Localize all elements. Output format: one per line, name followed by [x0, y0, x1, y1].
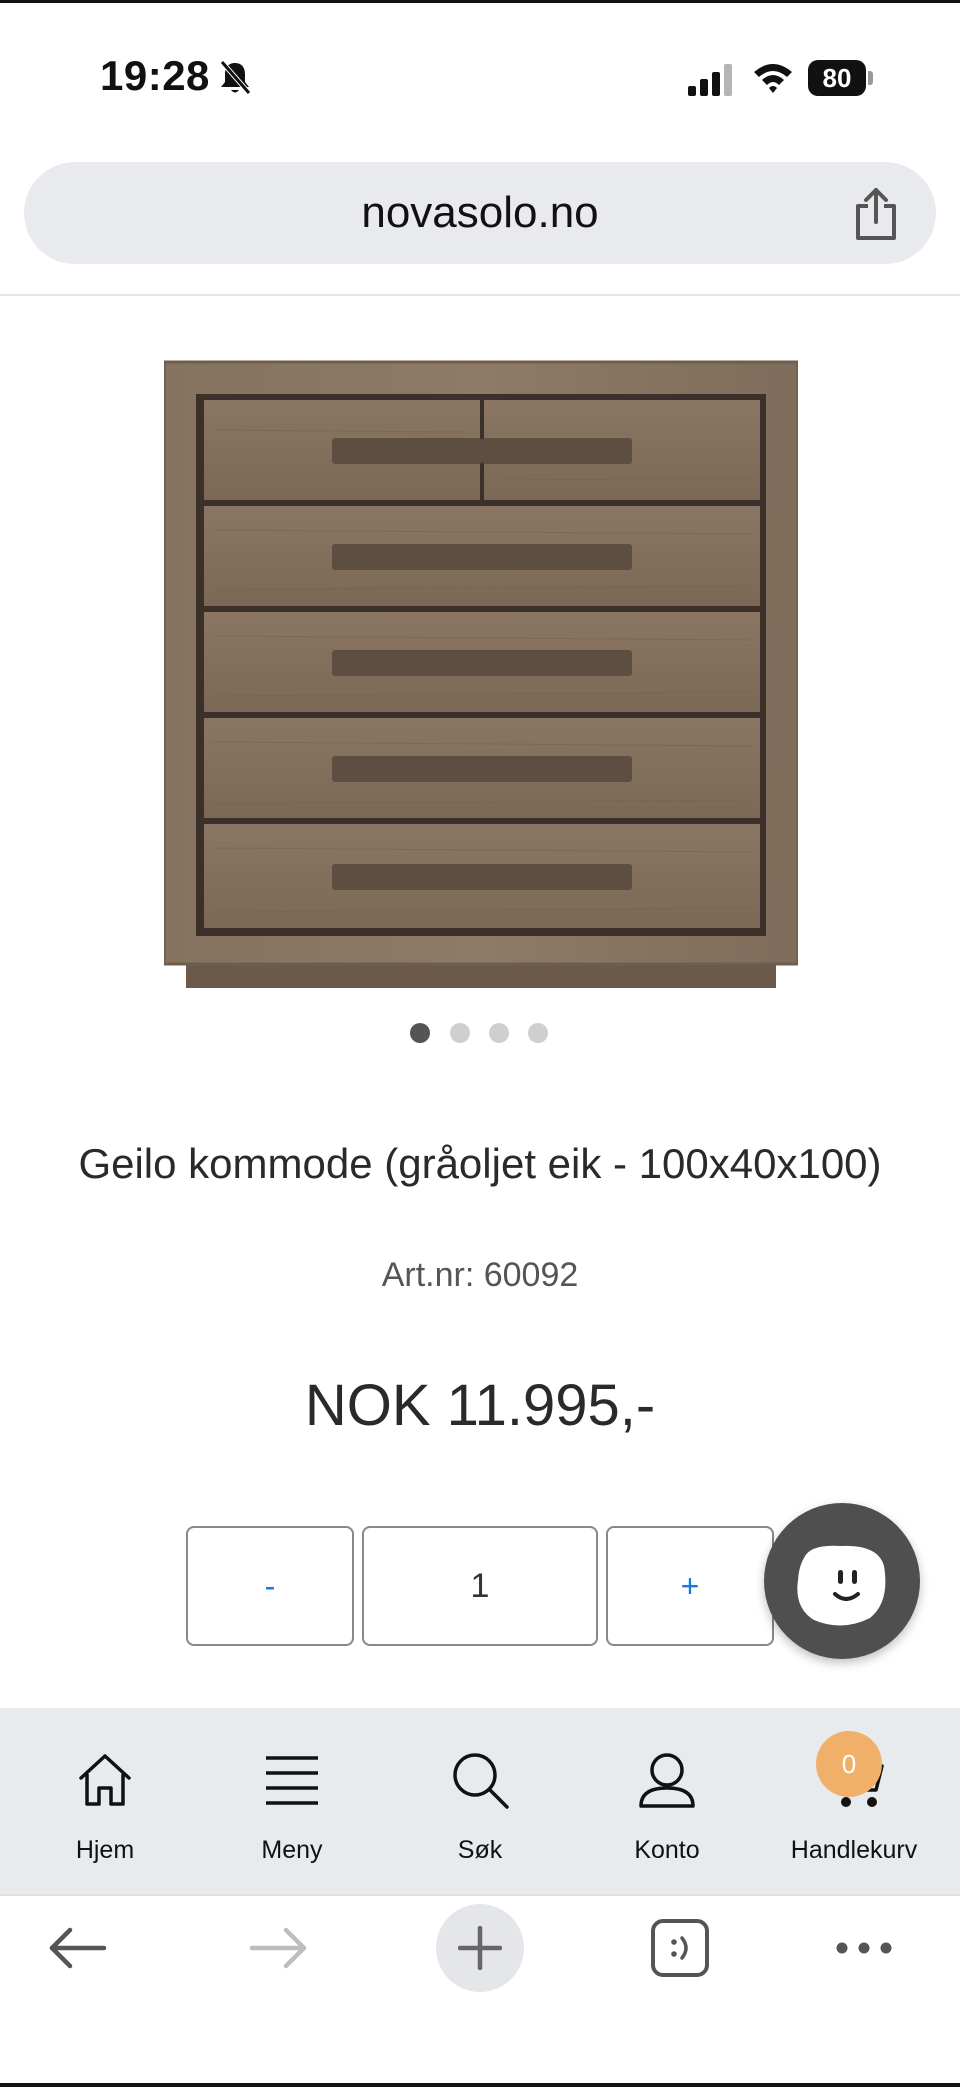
header-divider — [0, 294, 960, 296]
nav-label-cart: Handlekurv — [790, 1836, 918, 1864]
forward-arrow-icon[interactable] — [248, 1926, 310, 1970]
address-bar[interactable]: novasolo.no — [24, 162, 936, 264]
quantity-input[interactable]: 1 — [362, 1526, 598, 1646]
more-icon[interactable] — [834, 1938, 894, 1958]
nav-item-menu[interactable]: Meny — [202, 1708, 382, 1894]
nav-label-menu: Meny — [261, 1836, 323, 1864]
carousel-dot-2[interactable] — [450, 1023, 470, 1043]
url-text[interactable]: novasolo.no — [24, 162, 936, 264]
account-icon — [639, 1753, 695, 1808]
home-icon — [79, 1754, 131, 1806]
search-icon — [453, 1753, 509, 1809]
carousel-dot-4[interactable] — [528, 1023, 548, 1043]
carousel-dot-3[interactable] — [489, 1023, 509, 1043]
article-number: Art.nr: 60092 — [381, 1256, 579, 1294]
quantity-increase-button[interactable]: + — [606, 1526, 774, 1646]
nav-label-search: Søk — [457, 1836, 503, 1864]
battery-level: 80 — [808, 60, 866, 96]
back-arrow-icon[interactable] — [46, 1926, 108, 1970]
cart-count-badge: 0 — [816, 1731, 882, 1797]
wifi-icon — [754, 64, 792, 93]
bell-slash-icon — [220, 60, 251, 95]
nav-label-account: Konto — [634, 1836, 700, 1864]
cellular-signal-icon — [688, 64, 732, 96]
new-tab-icon — [458, 1926, 502, 1970]
product-title: Geilo kommode (gråoljet eik - 100x40x100… — [78, 1140, 882, 1187]
screen-bottom-edge — [0, 2083, 960, 2087]
menu-icon — [266, 1756, 318, 1805]
product-image[interactable] — [164, 360, 798, 990]
nav-item-account[interactable]: Konto — [577, 1708, 757, 1894]
tabs-icon[interactable] — [650, 1918, 710, 1978]
status-bar: 19:28 80 — [0, 0, 960, 150]
carousel-dot-1[interactable] — [410, 1023, 430, 1043]
nav-item-home[interactable]: Hjem — [15, 1708, 195, 1894]
battery-cap — [868, 71, 873, 85]
status-time: 19:28 — [100, 52, 210, 99]
image-carousel-dots — [410, 1023, 554, 1045]
quantity-decrease-button[interactable]: - — [186, 1526, 354, 1646]
nav-label-home: Hjem — [75, 1836, 135, 1864]
chat-smiley-icon — [797, 1545, 886, 1626]
share-icon[interactable] — [852, 186, 900, 242]
nav-item-search[interactable]: Søk — [390, 1708, 570, 1894]
product-price: NOK 11.995,- — [304, 1373, 656, 1438]
battery-icon: 80 — [808, 60, 874, 96]
